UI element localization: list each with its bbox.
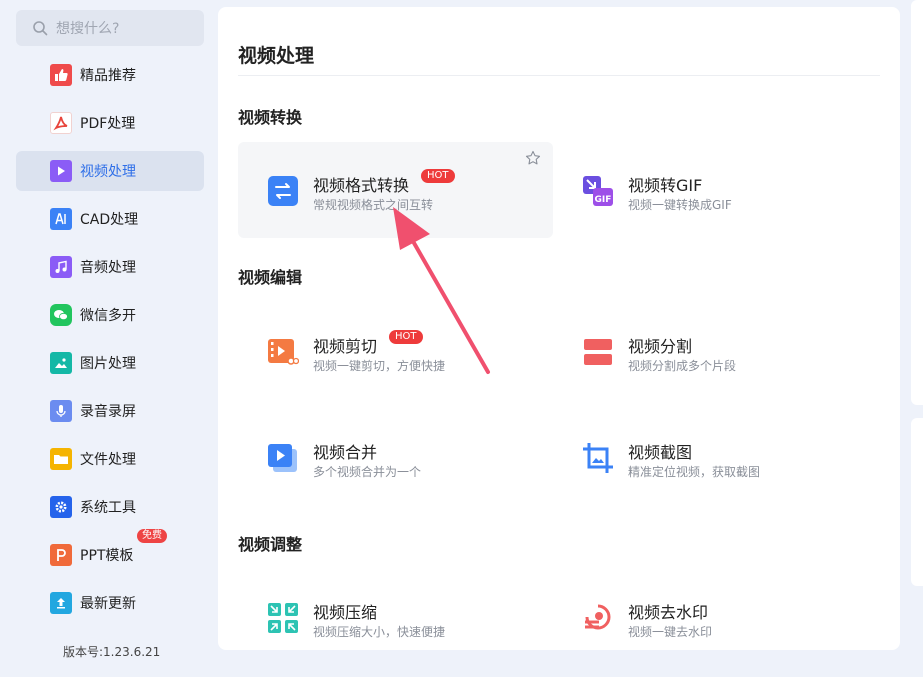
section-title: 视频调整 bbox=[238, 535, 303, 554]
sidebar-item-wechat[interactable]: 微信多开 bbox=[16, 295, 204, 335]
thumbs-up-icon bbox=[50, 64, 72, 86]
section-title: 视频编辑 bbox=[238, 268, 303, 287]
side-panel-edge bbox=[911, 0, 923, 405]
tool-video-merge[interactable]: 视频合并 多个视频合并为一个 bbox=[238, 409, 553, 505]
music-icon bbox=[50, 256, 72, 278]
sidebar-item-image[interactable]: 图片处理 bbox=[16, 343, 204, 383]
sidebar-item-label: 精品推荐 bbox=[80, 68, 136, 84]
sidebar-item-label: 最新更新 bbox=[80, 596, 136, 612]
sidebar-item-recommended[interactable]: 精品推荐 bbox=[16, 55, 204, 95]
microphone-icon bbox=[50, 400, 72, 422]
sidebar-item-label: 系统工具 bbox=[80, 500, 136, 516]
tool-name: 视频去水印 bbox=[628, 603, 709, 622]
tool-video-cut[interactable]: 视频剪切 HOT 视频一键剪切，方便快捷 bbox=[238, 303, 553, 399]
merge-icon bbox=[266, 441, 300, 475]
cad-icon bbox=[50, 208, 72, 230]
tool-video-compress[interactable]: 视频压缩 视频压缩大小，快速便捷 bbox=[238, 569, 553, 650]
sidebar-item-label: 图片处理 bbox=[80, 356, 136, 372]
sidebar-item-recording[interactable]: 录音录屏 bbox=[16, 391, 204, 431]
gear-icon bbox=[50, 496, 72, 518]
compress-icon bbox=[266, 601, 300, 635]
tool-desc: 常规视频格式之间互转 bbox=[313, 198, 434, 212]
tool-video-remove-watermark[interactable]: 视频去水印 视频一键去水印 bbox=[553, 569, 868, 650]
sidebar: 想搜什么? 精品推荐 PDF处理 视频处理 CAD处理 音频处理 微信多开 图片… bbox=[0, 0, 216, 677]
sidebar-item-ppt[interactable]: PPT模板 免费 bbox=[16, 529, 204, 575]
tool-name: 视频压缩 bbox=[313, 603, 378, 622]
sidebar-item-cad[interactable]: CAD处理 bbox=[16, 199, 204, 239]
sidebar-item-files[interactable]: 文件处理 bbox=[16, 439, 204, 479]
search-placeholder[interactable]: 想搜什么? bbox=[56, 18, 119, 38]
sidebar-item-audio[interactable]: 音频处理 bbox=[16, 247, 204, 287]
sidebar-item-label: 视频处理 bbox=[80, 164, 136, 180]
main-panel: 视频处理 视频转换 视频格式转换 HOT 常规视频格式之间互转 GIF 视频转G… bbox=[218, 7, 900, 650]
scissors-icon bbox=[266, 335, 300, 369]
tool-name: 视频剪切 bbox=[313, 337, 378, 356]
divider bbox=[238, 75, 880, 76]
section-title: 视频转换 bbox=[238, 108, 303, 127]
tool-name: 视频格式转换 bbox=[313, 176, 410, 195]
tool-name: 视频截图 bbox=[628, 443, 693, 462]
sidebar-item-label: CAD处理 bbox=[80, 212, 139, 228]
svg-text:GIF: GIF bbox=[595, 195, 612, 205]
sidebar-item-system-tools[interactable]: 系统工具 bbox=[16, 487, 204, 527]
crop-icon bbox=[581, 441, 615, 475]
tool-video-screenshot[interactable]: 视频截图 精准定位视频，获取截图 bbox=[553, 409, 868, 505]
sidebar-item-label: 音频处理 bbox=[80, 260, 136, 276]
tool-name: 视频分割 bbox=[628, 337, 693, 356]
watermark-icon bbox=[581, 601, 615, 635]
tool-video-to-gif[interactable]: GIF 视频转GIF 视频一键转换成GIF bbox=[553, 142, 868, 238]
sidebar-item-label: PDF处理 bbox=[80, 116, 136, 132]
tool-name: 视频合并 bbox=[313, 443, 378, 462]
sidebar-item-label: PPT模板 bbox=[80, 548, 134, 564]
tool-desc: 视频分割成多个片段 bbox=[628, 359, 737, 373]
hot-badge: HOT bbox=[421, 169, 455, 183]
side-panel-edge bbox=[911, 418, 923, 586]
upload-icon bbox=[50, 592, 72, 614]
search-icon bbox=[33, 21, 48, 36]
tool-desc: 视频一键转换成GIF bbox=[628, 198, 732, 212]
split-icon bbox=[581, 335, 615, 369]
star-icon[interactable] bbox=[525, 150, 541, 170]
tool-desc: 精准定位视频，获取截图 bbox=[628, 465, 761, 479]
ppt-icon bbox=[50, 544, 72, 566]
convert-icon bbox=[266, 174, 300, 208]
tool-desc: 视频一键去水印 bbox=[628, 625, 713, 639]
page-title: 视频处理 bbox=[238, 45, 315, 67]
tool-video-format-convert[interactable]: 视频格式转换 HOT 常规视频格式之间互转 bbox=[238, 142, 553, 238]
free-badge: 免费 bbox=[137, 529, 167, 543]
image-icon bbox=[50, 352, 72, 374]
sidebar-item-label: 微信多开 bbox=[80, 308, 136, 324]
sidebar-item-label: 录音录屏 bbox=[80, 404, 136, 420]
sidebar-item-latest-updates[interactable]: 最新更新 bbox=[16, 583, 204, 623]
search-box[interactable]: 想搜什么? bbox=[16, 10, 204, 46]
sidebar-item-video[interactable]: 视频处理 bbox=[16, 151, 204, 191]
sidebar-item-pdf[interactable]: PDF处理 bbox=[16, 103, 204, 143]
tool-video-split[interactable]: 视频分割 视频分割成多个片段 bbox=[553, 303, 868, 399]
version-label: 版本号:1.23.6.21 bbox=[63, 645, 161, 659]
folder-icon bbox=[50, 448, 72, 470]
gif-icon: GIF bbox=[581, 174, 615, 208]
sidebar-item-label: 文件处理 bbox=[80, 452, 136, 468]
tool-desc: 多个视频合并为一个 bbox=[313, 465, 422, 479]
pdf-icon bbox=[50, 112, 72, 134]
tool-desc: 视频压缩大小，快速便捷 bbox=[313, 625, 446, 639]
tool-name: 视频转GIF bbox=[628, 176, 703, 195]
hot-badge: HOT bbox=[389, 330, 423, 344]
wechat-icon bbox=[50, 304, 72, 326]
tool-desc: 视频一键剪切，方便快捷 bbox=[313, 359, 446, 373]
play-icon bbox=[50, 160, 72, 182]
